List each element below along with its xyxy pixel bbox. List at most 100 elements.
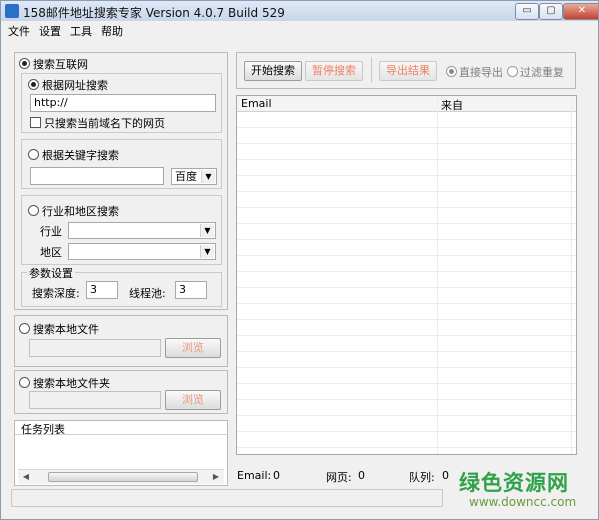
- local-folder-radio[interactable]: [19, 377, 30, 388]
- grid-row-line: [237, 175, 576, 176]
- pause-search-button[interactable]: 暂停搜索: [305, 61, 363, 81]
- grid-row-line: [237, 431, 576, 432]
- menu-settings[interactable]: 设置: [39, 23, 61, 39]
- grid-row-line: [237, 415, 576, 416]
- grid-column-line: [571, 96, 572, 454]
- status-bar: [11, 489, 443, 507]
- local-file-radio[interactable]: [19, 323, 30, 334]
- keyword-search-group: 根据关键字搜索 百度 ▼: [21, 139, 222, 189]
- keyword-search-radio[interactable]: [28, 149, 39, 160]
- filter-duplicates-label: 过滤重复: [520, 66, 564, 79]
- local-folder-panel: 搜索本地文件夹 浏览: [14, 370, 228, 414]
- local-file-panel: 搜索本地文件 浏览: [14, 315, 228, 367]
- region-select[interactable]: ▼: [68, 243, 216, 260]
- task-list-header: 任务列表: [15, 421, 227, 436]
- search-toolbar: 开始搜索 暂停搜索 导出结果 直接导出 过滤重复: [236, 52, 576, 89]
- menu-tools[interactable]: 工具: [70, 23, 92, 39]
- local-folder-label: 搜索本地文件夹: [33, 377, 110, 390]
- region-label: 地区: [40, 246, 62, 259]
- url-search-group: 根据网址搜索 http:// 只搜索当前域名下的网页: [21, 73, 222, 133]
- scroll-thumb[interactable]: [48, 472, 198, 482]
- grid-row-line: [237, 383, 576, 384]
- filter-duplicates-radio[interactable]: [507, 66, 518, 77]
- results-table-header: Email 来自: [237, 96, 576, 112]
- grid-row-line: [237, 207, 576, 208]
- industry-search-label: 行业和地区搜索: [42, 205, 119, 218]
- queue-count-value: 0: [442, 469, 449, 482]
- pages-count-label: 网页:: [326, 471, 352, 484]
- grid-row-line: [237, 351, 576, 352]
- menu-help[interactable]: 帮助: [101, 23, 123, 39]
- grid-row-line: [237, 223, 576, 224]
- grid-row-line: [237, 335, 576, 336]
- email-count-value: 0: [273, 469, 280, 482]
- email-count-label: Email:: [237, 469, 272, 482]
- depth-label: 搜索深度:: [32, 287, 80, 300]
- column-email[interactable]: Email: [241, 97, 272, 110]
- local-folder-path-input[interactable]: [29, 391, 161, 409]
- scroll-right-icon[interactable]: ▶: [209, 471, 223, 483]
- threads-input[interactable]: 3: [175, 281, 207, 299]
- threads-label: 线程池:: [129, 287, 166, 300]
- chevron-down-icon: ▼: [201, 170, 215, 183]
- task-list-scrollbar[interactable]: ◀ ▶: [18, 469, 224, 484]
- grid-row-line: [237, 399, 576, 400]
- results-table[interactable]: Email 来自: [236, 95, 577, 455]
- start-search-button[interactable]: 开始搜索: [244, 61, 302, 81]
- grid-row-line: [237, 319, 576, 320]
- window-title: 158邮件地址搜索专家 Version 4.0.7 Build 529: [23, 6, 285, 20]
- url-input[interactable]: http://: [30, 94, 216, 112]
- browse-folder-label: 浏览: [182, 393, 204, 406]
- grid-row-line: [237, 143, 576, 144]
- browse-file-button[interactable]: 浏览: [165, 338, 221, 358]
- depth-input[interactable]: 3: [86, 281, 118, 299]
- params-legend: 参数设置: [27, 265, 75, 281]
- grid-row-line: [237, 447, 576, 448]
- keyword-search-label: 根据关键字搜索: [42, 149, 119, 162]
- close-button[interactable]: ✕: [563, 3, 598, 20]
- industry-search-radio[interactable]: [28, 205, 39, 216]
- grid-row-line: [237, 287, 576, 288]
- watermark-url: www.downcc.com: [469, 495, 577, 509]
- title-bar: 158邮件地址搜索专家 Version 4.0.7 Build 529 ▭ ▢ …: [1, 1, 598, 21]
- direct-export-label: 直接导出: [459, 66, 503, 79]
- grid-row-line: [237, 271, 576, 272]
- pages-count-value: 0: [358, 469, 365, 482]
- scroll-left-icon[interactable]: ◀: [19, 471, 33, 483]
- app-icon: [5, 4, 19, 18]
- browse-file-label: 浏览: [182, 341, 204, 354]
- watermark-name: 绿色资源网: [459, 471, 569, 495]
- toolbar-divider: [371, 57, 372, 83]
- menu-file[interactable]: 文件: [8, 23, 30, 39]
- grid-row-line: [237, 303, 576, 304]
- grid-row-line: [237, 191, 576, 192]
- menu-bar: 文件 设置 工具 帮助: [1, 21, 598, 39]
- local-file-label: 搜索本地文件: [33, 323, 99, 336]
- search-engine-value: 百度: [175, 170, 197, 183]
- industry-label: 行业: [40, 225, 62, 238]
- keyword-input[interactable]: [30, 167, 164, 185]
- search-engine-select[interactable]: 百度 ▼: [171, 168, 217, 185]
- domain-only-label: 只搜索当前域名下的网页: [44, 117, 165, 130]
- direct-export-radio[interactable]: [446, 66, 457, 77]
- minimize-button[interactable]: ▭: [515, 3, 539, 20]
- url-search-label: 根据网址搜索: [42, 79, 108, 92]
- url-search-radio[interactable]: [28, 79, 39, 90]
- grid-column-line: [437, 96, 438, 454]
- industry-select[interactable]: ▼: [68, 222, 216, 239]
- domain-only-checkbox[interactable]: [30, 117, 41, 128]
- maximize-button[interactable]: ▢: [539, 3, 563, 20]
- industry-search-group: 行业和地区搜索 行业 ▼ 地区 ▼: [21, 195, 222, 265]
- grid-row-line: [237, 159, 576, 160]
- grid-row-line: [237, 239, 576, 240]
- internet-search-radio[interactable]: [19, 58, 30, 69]
- chevron-down-icon: ▼: [200, 224, 214, 237]
- column-source[interactable]: 来自: [441, 97, 463, 113]
- grid-row-line: [237, 127, 576, 128]
- export-results-button[interactable]: 导出结果: [379, 61, 437, 81]
- chevron-down-icon: ▼: [200, 245, 214, 258]
- grid-row-line: [237, 367, 576, 368]
- internet-search-label: 搜索互联网: [33, 58, 88, 71]
- browse-folder-button[interactable]: 浏览: [165, 390, 221, 410]
- local-file-path-input[interactable]: [29, 339, 161, 357]
